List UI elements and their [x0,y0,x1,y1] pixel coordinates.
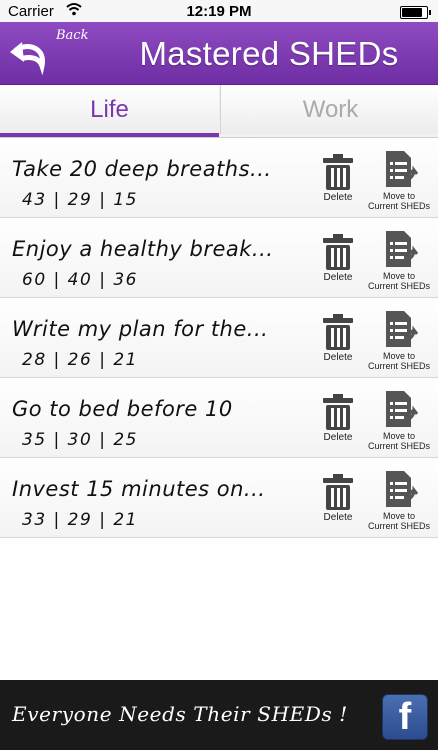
back-button[interactable]: Back [6,26,96,80]
document-arrow-icon [386,151,418,187]
move-label: Move to Current SHEDs [362,351,436,371]
move-label-line2: Current SHEDs [367,361,430,371]
list-item[interactable]: Go to bed before 10 35 | 30 | 25 Delete [0,378,438,458]
item-title: Write my plan for the... [12,317,269,341]
footer-tagline: Everyone Needs Their SHEDs ! [12,702,348,726]
delete-label: Delete [323,512,353,523]
move-label-line2: Current SHEDs [367,201,430,211]
document-arrow-icon [386,311,418,347]
trash-icon [323,234,353,270]
list-item[interactable]: Write my plan for the... 28 | 26 | 21 De… [0,298,438,378]
segmented-tabs: Life Work [0,85,438,138]
trash-icon [323,154,353,190]
delete-label: Delete [323,272,353,283]
item-stats: 35 | 30 | 25 [22,430,138,450]
move-to-current-button[interactable]: Move to Current SHEDs [362,390,436,451]
delete-button[interactable]: Delete [318,233,358,283]
item-stats: 43 | 29 | 15 [22,190,138,210]
delete-button[interactable]: Delete [318,313,358,363]
document-arrow-icon [386,471,418,507]
tab-life[interactable]: Life [0,85,219,134]
move-label: Move to Current SHEDs [362,191,436,211]
sheds-list: Take 20 deep breaths... 43 | 29 | 15 Del… [0,138,438,538]
move-label-line2: Current SHEDs [367,441,430,451]
move-label-line1: Move to [382,191,415,201]
move-label-line2: Current SHEDs [367,281,430,291]
list-item[interactable]: Enjoy a healthy break... 60 | 40 | 36 De… [0,218,438,298]
item-stats: 28 | 26 | 21 [22,350,138,370]
footer-banner: Everyone Needs Their SHEDs ! f [0,680,438,750]
tab-work[interactable]: Work [220,85,438,134]
item-stats: 60 | 40 | 36 [22,270,138,290]
page-title: Mastered SHEDs [139,35,399,72]
move-label: Move to Current SHEDs [362,431,436,451]
facebook-button[interactable]: f [382,694,428,740]
delete-label: Delete [323,352,353,363]
move-label: Move to Current SHEDs [362,271,436,291]
item-stats: 33 | 29 | 21 [22,510,138,530]
delete-button[interactable]: Delete [318,153,358,203]
move-label-line1: Move to [382,271,415,281]
move-to-current-button[interactable]: Move to Current SHEDs [362,470,436,531]
list-item[interactable]: Take 20 deep breaths... 43 | 29 | 15 Del… [0,138,438,218]
document-arrow-icon [386,231,418,267]
move-label-line1: Move to [382,511,415,521]
back-label: Back [56,28,89,43]
move-label-line2: Current SHEDs [367,521,430,531]
trash-icon [323,314,353,350]
tab-selected-indicator [0,133,219,137]
move-label-line1: Move to [382,351,415,361]
status-bar: Carrier 12:19 PM [0,0,438,22]
item-title: Invest 15 minutes on... [12,477,266,501]
battery-icon [400,6,431,19]
delete-label: Delete [323,432,353,443]
status-time: 12:19 PM [186,3,252,20]
trash-icon [323,474,353,510]
delete-label: Delete [323,192,353,203]
item-title: Take 20 deep breaths... [12,157,272,181]
back-arrow-icon [10,42,46,76]
nav-bar: Back Mastered SHEDs [0,22,438,85]
facebook-icon: f [398,696,412,738]
delete-button[interactable]: Delete [318,393,358,443]
item-title: Go to bed before 10 [12,397,233,421]
delete-button[interactable]: Delete [318,473,358,523]
move-to-current-button[interactable]: Move to Current SHEDs [362,310,436,371]
move-to-current-button[interactable]: Move to Current SHEDs [362,150,436,211]
document-arrow-icon [386,391,418,427]
move-label-line1: Move to [382,431,415,441]
move-to-current-button[interactable]: Move to Current SHEDs [362,230,436,291]
trash-icon [323,394,353,430]
list-item[interactable]: Invest 15 minutes on... 33 | 29 | 21 Del… [0,458,438,538]
move-label: Move to Current SHEDs [362,511,436,531]
item-title: Enjoy a healthy break... [12,237,274,261]
